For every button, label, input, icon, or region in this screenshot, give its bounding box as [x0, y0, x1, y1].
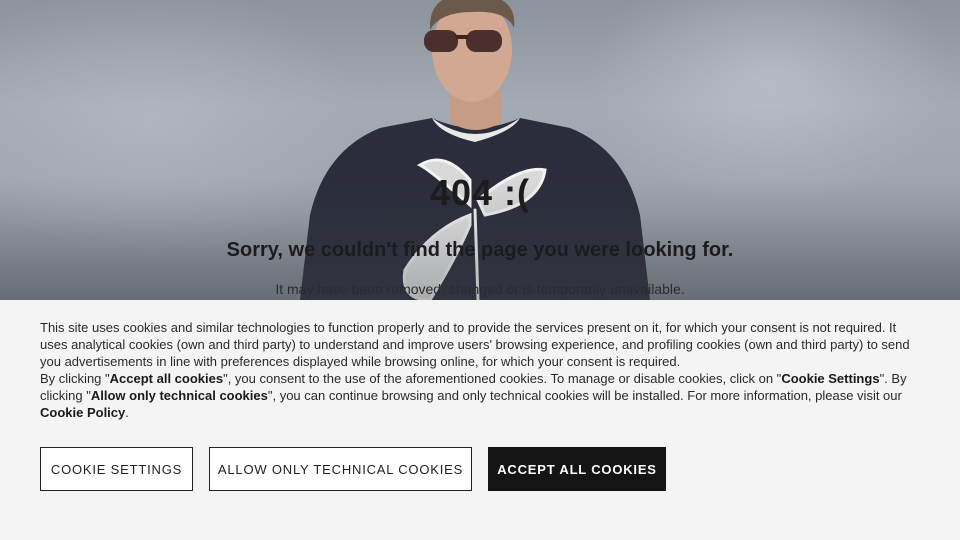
error-code: 404 :(	[429, 172, 531, 213]
cookie-text-fragment: .	[125, 404, 129, 420]
cookie-settings-button[interactable]: Cookie settings	[40, 447, 193, 491]
error-title: Sorry, we couldn't find the page you wer…	[226, 239, 734, 261]
cookie-settings-emphasis: Cookie Settings	[781, 370, 880, 386]
accept-all-emphasis: Accept all cookies	[109, 370, 224, 386]
accept-all-cookies-button[interactable]: Accept all cookies	[488, 447, 666, 491]
cookie-info-paragraph: This site uses cookies and similar techn…	[40, 320, 910, 369]
error-subtitle: It may have been removed, changed or is …	[275, 281, 685, 297]
cookie-text-fragment: ", you consent to the use of the aforeme…	[223, 370, 782, 386]
cookie-text-fragment: ", you can continue browsing and only te…	[267, 387, 902, 403]
hero-section: 404 :( Sorry, we couldn't find the page …	[0, 0, 960, 300]
cookie-text-fragment: By clicking "	[40, 370, 110, 386]
cookie-instructions-paragraph: By clicking "Accept all cookies", you co…	[40, 371, 920, 422]
cookie-policy-link[interactable]: Cookie Policy	[40, 405, 125, 420]
cookie-banner-text: This site uses cookies and similar techn…	[40, 320, 920, 421]
cookie-banner: This site uses cookies and similar techn…	[0, 300, 960, 540]
technical-cookies-emphasis: Allow only technical cookies	[90, 387, 268, 403]
allow-technical-cookies-button[interactable]: Allow only technical cookies	[209, 447, 472, 491]
